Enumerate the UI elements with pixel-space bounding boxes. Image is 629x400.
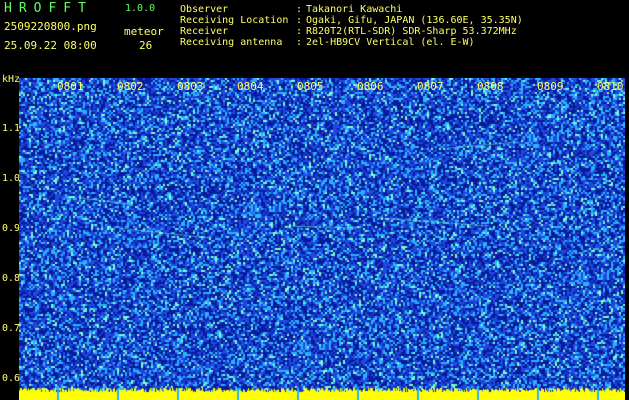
frequency-tick-label: 1.0 — [2, 173, 21, 184]
time-marker-label: 0808 — [477, 80, 504, 93]
info-value: Takanori Kawachi — [306, 4, 403, 15]
header-panel: HROFFT 1.0.0 2509220800.png 25.09.22 08:… — [0, 0, 629, 78]
info-key: Observer — [180, 4, 229, 15]
time-marker-label: 0801 — [57, 80, 84, 93]
info-separator: : — [296, 37, 303, 48]
info-row-observer: Observer: Takanori Kawachi — [180, 4, 523, 15]
time-marker-label: 0806 — [357, 80, 384, 93]
info-separator: : — [296, 4, 303, 15]
frequency-tick-label: 0.7 — [2, 323, 21, 334]
time-marker-label: 0810 — [597, 80, 624, 93]
app-title: HROFFT — [4, 1, 93, 16]
time-marker-label: 0804 — [237, 80, 264, 93]
meteor-label: meteor — [124, 25, 164, 38]
frequency-tick-label: 0.6 — [2, 373, 21, 384]
time-marker-label: 0802 — [117, 80, 144, 93]
info-key: Receiver — [180, 26, 229, 37]
time-marker-label: 0807 — [417, 80, 444, 93]
time-marker-label: 0805 — [297, 80, 324, 93]
frequency-unit-label: kHz — [2, 74, 21, 85]
time-marker-label: 0809 — [537, 80, 564, 93]
info-key: Receiving antenna — [180, 37, 283, 48]
time-marker-label: 0803 — [177, 80, 204, 93]
frequency-tick-label: 0.8 — [2, 273, 21, 284]
info-value: 2el-HB9CV Vertical (el. E-W) — [306, 37, 475, 48]
info-row-location: Receiving Location: Ogaki, Gifu, JAPAN (1… — [180, 15, 523, 26]
app-version: 1.0.0 — [125, 3, 156, 14]
meteor-count: 26 — [139, 39, 153, 52]
info-key: Receiving Location — [180, 15, 289, 26]
frequency-tick-label: 0.9 — [2, 223, 21, 234]
info-value: R820T2(RTL-SDR) SDR-Sharp 53.372MHz — [306, 26, 517, 37]
info-row-receiver: Receiver: R820T2(RTL-SDR) SDR-Sharp 53.37… — [180, 26, 523, 37]
frequency-tick-label: 1.1 — [2, 123, 21, 134]
info-separator: : — [296, 15, 303, 26]
info-row-antenna: Receiving antenna:2el-HB9CV Vertical (el… — [180, 37, 523, 48]
timestamp: 25.09.22 08:00 — [4, 39, 97, 52]
info-separator: : — [296, 26, 303, 37]
info-value: Ogaki, Gifu, JAPAN (136.60E, 35.35N) — [306, 15, 523, 26]
station-info: Observer: Takanori Kawachi Receiving Loca… — [180, 4, 523, 48]
spectrogram — [19, 78, 625, 400]
file-name: 2509220800.png — [4, 20, 97, 33]
